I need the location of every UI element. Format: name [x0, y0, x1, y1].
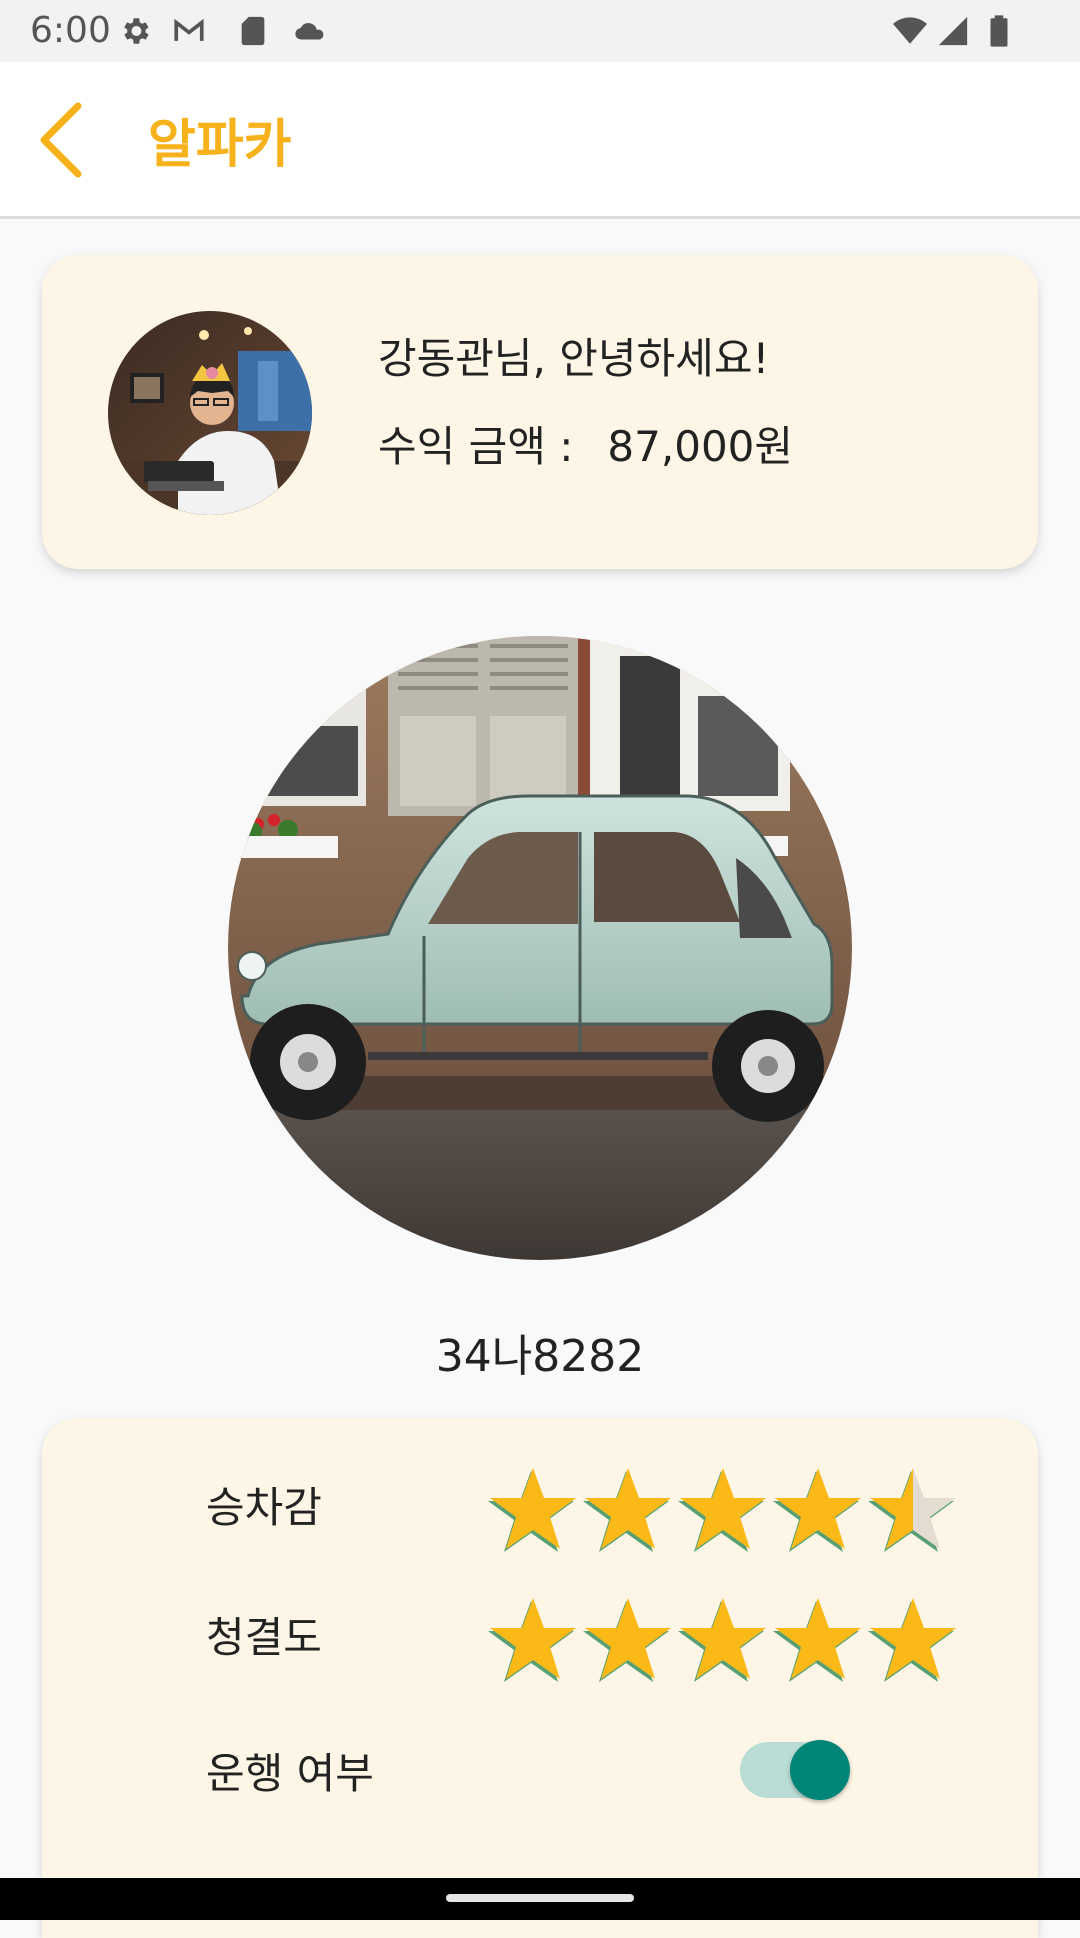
- star-icon[interactable]: [583, 1594, 673, 1684]
- home-gesture-pill[interactable]: [446, 1894, 634, 1902]
- operating-toggle[interactable]: [738, 1738, 850, 1802]
- star-icon[interactable]: [678, 1464, 768, 1554]
- greeting-text: 강동관님, 안녕하세요!: [378, 334, 770, 383]
- ratings-card: 승차감 청결도 운행 여부: [42, 1418, 1038, 1938]
- avatar[interactable]: [108, 311, 312, 515]
- earnings-value: 87,000원: [607, 422, 794, 471]
- car-photo[interactable]: [228, 636, 852, 1260]
- star-icon[interactable]: [678, 1594, 768, 1684]
- gear-icon: [124, 18, 149, 44]
- cloud-icon: [295, 23, 324, 40]
- sd-card-icon: [241, 16, 265, 46]
- status-time: 6:00: [30, 10, 111, 51]
- earnings-row: 수익 금액 : 87,000원: [378, 413, 793, 474]
- ride-comfort-label: 승차감: [206, 1483, 322, 1532]
- status-bar: 6:00: [0, 0, 1080, 62]
- operating-label: 운행 여부: [206, 1749, 374, 1798]
- wifi-icon: [893, 17, 927, 44]
- profile-card: 강동관님, 안녕하세요! 수익 금액 : 87,000원: [42, 255, 1038, 569]
- star-icon[interactable]: [488, 1464, 578, 1554]
- cleanliness-label: 청결도: [206, 1613, 322, 1662]
- battery-icon: [990, 15, 1008, 47]
- cell-signal-icon: [938, 16, 968, 46]
- cleanliness-rating[interactable]: [488, 1594, 1008, 1684]
- toggle-thumb: [790, 1740, 850, 1800]
- chevron-left-icon[interactable]: [30, 100, 100, 180]
- star-icon[interactable]: [488, 1594, 578, 1684]
- license-plate: 34나8282: [435, 1331, 645, 1382]
- earnings-label: 수익 금액 :: [378, 422, 574, 471]
- star-icon[interactable]: [773, 1464, 863, 1554]
- navigation-bar: [0, 1878, 1080, 1920]
- star-icon[interactable]: [773, 1594, 863, 1684]
- star-icon[interactable]: [868, 1594, 958, 1684]
- star-icon[interactable]: [583, 1464, 673, 1554]
- ride-comfort-rating[interactable]: [488, 1464, 1008, 1554]
- app-bar: 알파카: [0, 62, 1080, 219]
- gmail-icon: [174, 18, 204, 41]
- app-title: 알파카: [148, 115, 292, 175]
- star-icon[interactable]: [868, 1464, 958, 1554]
